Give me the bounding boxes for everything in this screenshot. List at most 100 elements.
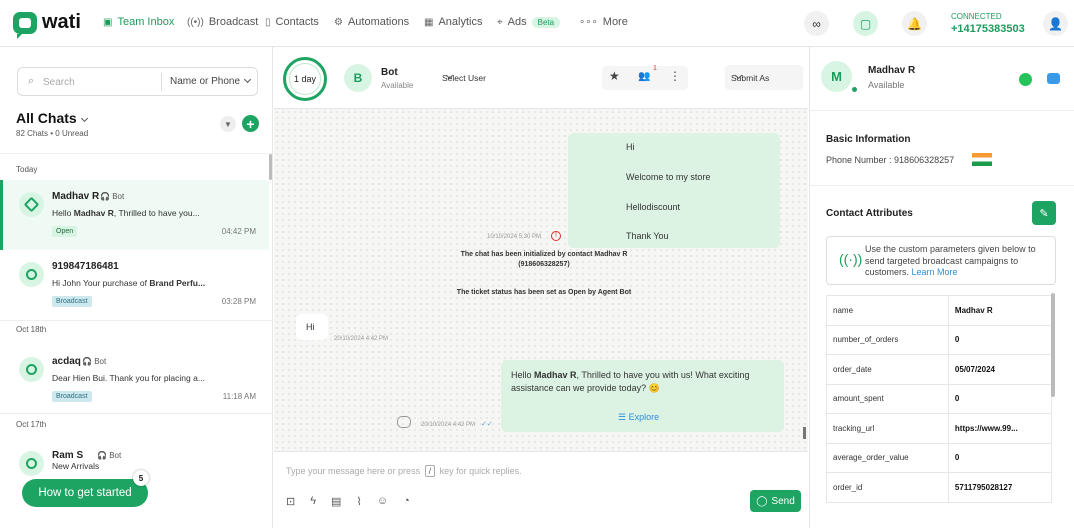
- send-button[interactable]: ◯ Send: [750, 490, 801, 512]
- beta-badge: Beta: [531, 16, 561, 28]
- conversation-header: 1 day B Bot Available Select User ★ 👥 1 …: [274, 47, 808, 109]
- outgoing-message: Hi Welcome to my store Hellodiscount Tha…: [568, 133, 780, 248]
- chat-preview: New Arrivals: [52, 461, 100, 471]
- avatar: [19, 357, 44, 382]
- nav-analytics[interactable]: ▦ Analytics: [424, 16, 482, 28]
- scrollbar[interactable]: [269, 154, 272, 180]
- whatsapp-status-button[interactable]: ▢: [853, 11, 878, 36]
- nav-automations[interactable]: ⚙ Automations: [334, 16, 409, 28]
- more-icon: ∘∘∘: [579, 16, 598, 28]
- notifications-button[interactable]: 🔔: [902, 11, 927, 36]
- chat-item[interactable]: Madhav R 🎧 Bot Hello Madhav R, Thrilled …: [0, 180, 269, 250]
- contact-name: Madhav R: [868, 65, 916, 76]
- nav-more[interactable]: ∘∘∘ More: [579, 16, 628, 28]
- conversation-panel: 1 day B Bot Available Select User ★ 👥 1 …: [274, 47, 808, 528]
- connected-phone: +14175383503: [951, 23, 1025, 35]
- how-to-get-started-button[interactable]: How to get started: [22, 479, 148, 507]
- message-time: 10/10/2024 5:30 PM: [487, 234, 542, 240]
- automations-icon: ⚙: [334, 16, 343, 28]
- nav-contacts[interactable]: ▯ Contacts: [265, 16, 319, 28]
- read-receipt-icon: ✓✓: [481, 421, 493, 428]
- select-user-dropdown[interactable]: Select User: [434, 65, 584, 90]
- info-box: ((·)) Use the custom parameters given be…: [826, 236, 1056, 285]
- contact-status: Available: [868, 80, 905, 90]
- more-vertical-icon[interactable]: ⋮: [669, 69, 681, 83]
- chevron-down-icon: [244, 75, 252, 84]
- nav-team-inbox[interactable]: ▣ Team Inbox: [103, 16, 174, 28]
- broadcast-icon: ((•)): [187, 16, 204, 28]
- system-message: The ticket status has been set as Open b…: [456, 289, 632, 296]
- error-icon: !: [551, 231, 561, 241]
- system-message: The chat has been initialized by contact…: [460, 251, 628, 268]
- message-input[interactable]: Type your message here or press / key fo…: [286, 465, 522, 477]
- top-navbar: wati ▣ Team Inbox ((•)) Broadcast ▯ Contact…: [0, 0, 1074, 47]
- status-badge: Open: [52, 226, 78, 237]
- basic-info-title: Basic Information: [826, 134, 911, 145]
- ads-icon: ⌖: [497, 16, 503, 28]
- whatsapp-icon[interactable]: [1019, 73, 1032, 86]
- all-chats-dropdown[interactable]: All Chats: [16, 110, 88, 126]
- emoji-icon[interactable]: ☺: [377, 495, 388, 508]
- headset-icon: 🎧: [100, 192, 110, 201]
- headset-icon: 🎧: [97, 451, 107, 460]
- chat-icon: ▢: [859, 16, 872, 31]
- message-time: 20/10/2024 4:42 PM: [421, 422, 476, 428]
- day-divider: Oct 18th: [16, 325, 47, 334]
- table-row: number_of_orders 0: [826, 324, 1053, 355]
- users-icon[interactable]: 👥: [638, 71, 650, 82]
- sticker-icon[interactable]: ◔: [403, 495, 410, 508]
- table-row: average_order_value 0: [826, 442, 1053, 473]
- scrollbar[interactable]: [803, 427, 806, 439]
- outgoing-message: Hello Madhav R, Thrilled to have you wit…: [501, 360, 784, 432]
- filter-button[interactable]: ▼: [220, 116, 236, 132]
- brand-name: wati: [42, 11, 81, 33]
- chat-time: 04:42 PM: [221, 227, 256, 236]
- lightning-icon[interactable]: ϟ: [310, 495, 316, 508]
- meta-button[interactable]: ∞: [804, 11, 829, 36]
- chat-count: 82 Chats • 0 Unread: [16, 129, 89, 138]
- nav-ads[interactable]: ⌖ Ads Beta: [497, 16, 561, 28]
- search-mode-select[interactable]: Name or Phone: [170, 75, 252, 87]
- bot-icon[interactable]: ⊡: [286, 495, 295, 508]
- phone-number: Phone Number : 918606328257: [826, 155, 955, 165]
- inbox-icon: ▣: [103, 16, 113, 28]
- chat-item[interactable]: 919847186481 Hi John Your purchase of Br…: [0, 250, 269, 320]
- pencil-icon: ✎: [1039, 207, 1049, 220]
- assignee-name: Bot: [381, 67, 398, 78]
- bot-label: 🎧 Bot: [100, 192, 125, 201]
- table-row: order_date 05/07/2024: [826, 354, 1053, 385]
- table-row: tracking_url https://www.99...: [826, 413, 1053, 444]
- submit-as-dropdown[interactable]: Submit As: [725, 65, 803, 90]
- chat-preview: Dear Hien Bui. Thank you for placing a..…: [52, 373, 205, 383]
- wati-logo[interactable]: wati: [13, 11, 81, 39]
- template-icon[interactable]: ▤: [331, 495, 341, 508]
- headset-icon: 🎧: [82, 357, 92, 366]
- nav-broadcast[interactable]: ((•)) Broadcast: [187, 16, 258, 28]
- attachment-icon[interactable]: ⌇: [356, 495, 361, 508]
- count-badge: 5: [133, 470, 149, 486]
- star-icon[interactable]: ★: [609, 69, 620, 83]
- profile-button[interactable]: 👤: [1043, 11, 1068, 36]
- scrollbar[interactable]: [1051, 293, 1055, 397]
- avatar: [19, 262, 44, 287]
- message-icon[interactable]: [1047, 73, 1060, 84]
- contacts-icon: ▯: [265, 16, 271, 28]
- whatsapp-icon: ◯: [756, 495, 768, 507]
- chat-preview: Hi John Your purchase of Brand Perfu...: [52, 278, 206, 288]
- message-composer[interactable]: Type your message here or press / key fo…: [274, 451, 808, 528]
- new-chat-button[interactable]: +: [242, 115, 259, 132]
- explore-button[interactable]: ☰ Explore: [618, 412, 659, 423]
- list-icon: ☰: [618, 412, 627, 422]
- analytics-icon: ▦: [424, 16, 434, 28]
- chat-item[interactable]: acdaq 🎧 Bot Dear Hien Bui. Thank you for…: [0, 345, 269, 415]
- learn-more-link[interactable]: Learn More: [912, 267, 958, 277]
- contact-details-panel: M Madhav R Available Basic Information P…: [809, 47, 1074, 528]
- chat-time: 11:18 AM: [222, 392, 256, 401]
- edit-attributes-button[interactable]: ✎: [1032, 201, 1056, 225]
- day-divider: Today: [16, 165, 38, 174]
- search-input[interactable]: ⌕ Search Name or Phone: [17, 67, 258, 96]
- bot-label: 🎧 Bot: [82, 357, 107, 366]
- assignee-status: Available: [381, 81, 414, 90]
- message-time: 20/10/2024 4:42 PM: [334, 336, 389, 342]
- table-row: order_id 5711795028127: [826, 472, 1053, 503]
